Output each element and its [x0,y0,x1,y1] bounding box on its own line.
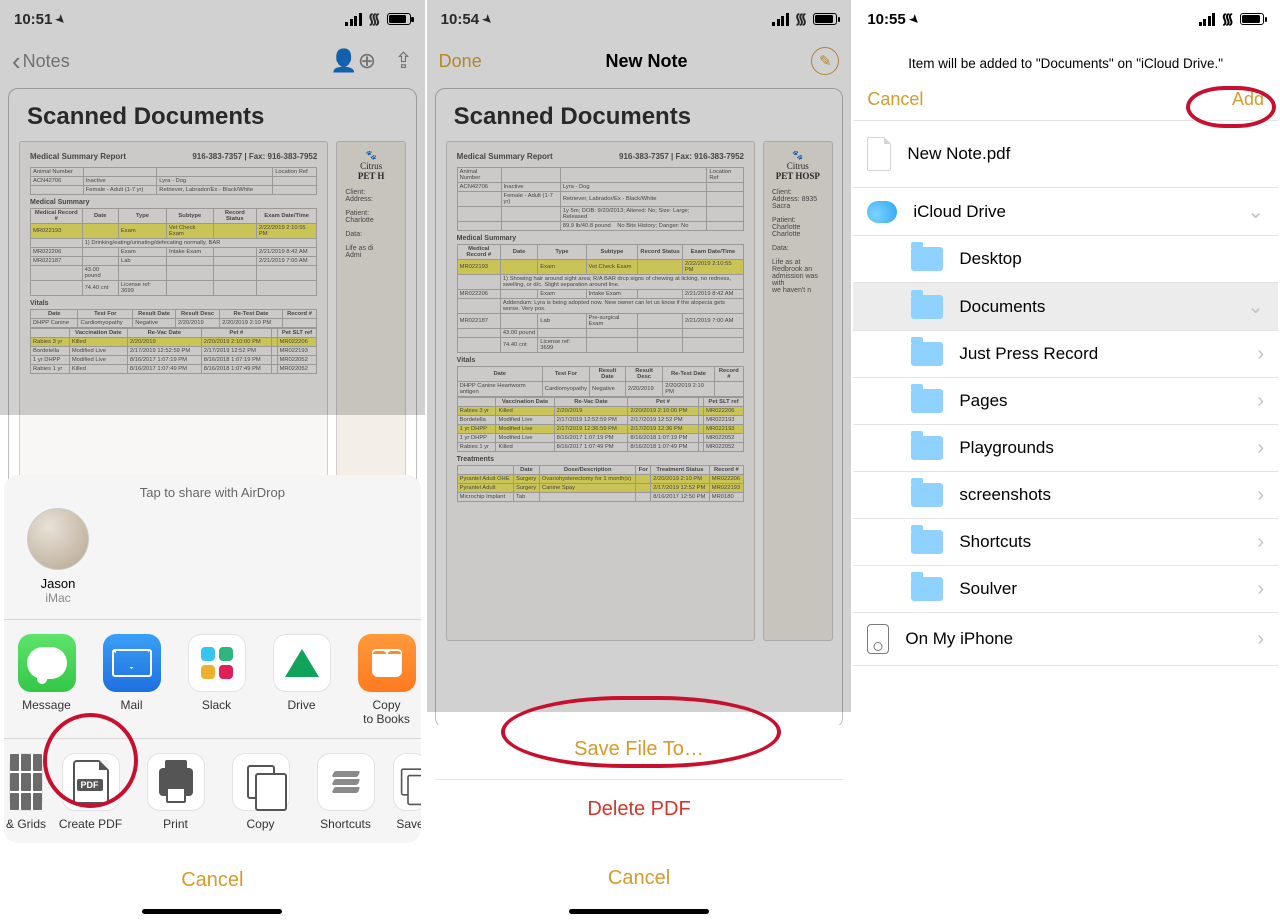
action-copy[interactable]: Copy [218,753,303,831]
location-icon: ➤ [480,11,496,27]
folder-documents[interactable]: Documents ⌄ [853,283,1278,331]
nav-bar: ‹Notes 👤⊕ ⇪ [0,38,425,84]
note-title: Scanned Documents [9,89,416,141]
share-drive[interactable]: Drive [259,634,344,726]
wifi-icon: ᯾ [368,9,381,29]
status-bar: 10:51➤ ᯾ [0,0,425,38]
screenshot-share-sheet: 10:51➤ ᯾ ‹Notes 👤⊕ ⇪ Scanned Documents M… [0,0,427,920]
airdrop-device: iMac [45,591,70,605]
folder-icon [911,342,943,366]
screenshot-files-save: 10:55➤ ᯾ Item will be added to "Document… [853,0,1280,920]
status-time: 10:54➤ [441,11,493,28]
share-sheet: Tap to share with AirDrop Jason iMac Mes… [0,475,425,920]
share-apps-row[interactable]: Message Mail Slack Drive Copy to Books [4,620,421,738]
folder-icon [911,295,943,319]
location-icon: ➤ [906,11,922,27]
action-print[interactable]: Print [133,753,218,831]
airdrop-contact[interactable]: Jason iMac [4,508,94,619]
filename: New Note.pdf [907,144,1010,164]
location-icloud-drive[interactable]: iCloud Drive ⌄ [853,188,1278,236]
home-indicator[interactable] [142,909,282,914]
chevron-right-icon: › [1257,343,1264,366]
folder-icon [911,247,943,271]
share-message[interactable]: Message [4,634,89,726]
scanned-page-main[interactable]: Medical Summary Report 916-383-7357 | Fa… [446,141,755,641]
avatar [27,508,89,570]
folder-icon [911,389,943,413]
status-bar: 10:54➤ ᯾ [427,0,852,38]
note-title: Scanned Documents [436,89,843,141]
folder-icon [911,577,943,601]
cancel-button[interactable]: Cancel [435,849,844,908]
cell-signal-icon [772,13,789,26]
status-bar: 10:55➤ ᯾ [853,0,1278,38]
folder-icon [911,436,943,460]
action-save[interactable]: Save [388,753,421,831]
nav-bar: Done New Note ✎ [427,38,852,84]
battery-icon [1240,13,1264,25]
share-actions-row[interactable]: & Grids PDFCreate PDF Print Copy Shortcu… [4,739,421,843]
scanned-pages-strip[interactable]: Medical Summary Report 916-383-7357 | Fa… [436,141,843,641]
markup-icon[interactable]: ✎ [811,47,839,75]
status-time: 10:51➤ [14,11,66,28]
chevron-right-icon: › [1257,390,1264,413]
wifi-icon: ᯾ [795,9,808,29]
folder-desktop[interactable]: Desktop [853,236,1278,283]
delete-pdf-button[interactable]: Delete PDF [435,780,844,839]
back-button[interactable]: ‹Notes [12,46,70,77]
folder-pages[interactable]: Pages › [853,378,1278,425]
battery-icon [813,13,837,25]
nav-title: New Note [482,51,812,72]
location-on-my-iphone[interactable]: On My iPhone › [853,613,1278,666]
chevron-right-icon: › [1257,484,1264,507]
folder-playgrounds[interactable]: Playgrounds › [853,425,1278,472]
scanned-page-side[interactable]: 🐾CitrusPET HOSP Client:Address: 8935Sacr… [763,141,833,641]
chevron-down-icon: ⌄ [1247,199,1264,224]
folder-screenshots[interactable]: screenshots › [853,472,1278,519]
chevron-down-icon: ⌄ [1247,294,1264,319]
cell-signal-icon [345,13,362,26]
folder-just-press-record[interactable]: Just Press Record › [853,331,1278,378]
destination-hint: Item will be added to "Documents" on "iC… [853,38,1278,89]
folder-icon [911,530,943,554]
chevron-right-icon: › [1257,437,1264,460]
wifi-icon: ᯾ [1221,9,1234,29]
screenshot-pdf-actions: 10:54➤ ᯾ Done New Note ✎ Scanned Documen… [427,0,854,920]
share-mail[interactable]: Mail [89,634,174,726]
airdrop-name: Jason [41,576,76,591]
chevron-right-icon: › [1257,628,1264,651]
done-button[interactable]: Done [439,51,482,72]
share-slack[interactable]: Slack [174,634,259,726]
cell-signal-icon [1199,13,1216,26]
action-create-pdf[interactable]: PDFCreate PDF [48,753,133,831]
chevron-right-icon: › [1257,578,1264,601]
file-to-save: New Note.pdf [853,120,1278,188]
share-books[interactable]: Copy to Books [344,634,421,726]
add-button[interactable]: Add [1232,89,1264,110]
icloud-icon [867,201,897,223]
folder-shortcuts[interactable]: Shortcuts › [853,519,1278,566]
note-content: Scanned Documents Medical Summary Report… [435,88,844,728]
location-icon: ➤ [53,11,69,27]
nav-bar: Cancel Add [853,89,1278,120]
cancel-button[interactable]: Cancel [867,89,923,110]
add-person-icon[interactable]: 👤⊕ [330,48,376,74]
folder-icon [911,483,943,507]
cancel-button[interactable]: Cancel [4,851,421,910]
home-indicator[interactable] [569,909,709,914]
status-time: 10:55➤ [867,11,919,28]
iphone-icon [867,624,889,654]
battery-icon [387,13,411,25]
share-icon[interactable]: ⇪ [394,48,412,74]
save-file-to-button[interactable]: Save File To… [435,720,844,780]
chevron-right-icon: › [1257,531,1264,554]
action-grids[interactable]: & Grids [4,753,48,831]
folder-soulver[interactable]: Soulver › [853,566,1278,613]
airdrop-header: Tap to share with AirDrop [4,475,421,508]
action-shortcuts[interactable]: Shortcuts [303,753,388,831]
file-icon [867,137,891,171]
pdf-action-sheet: Save File To… Delete PDF Cancel [435,720,844,908]
